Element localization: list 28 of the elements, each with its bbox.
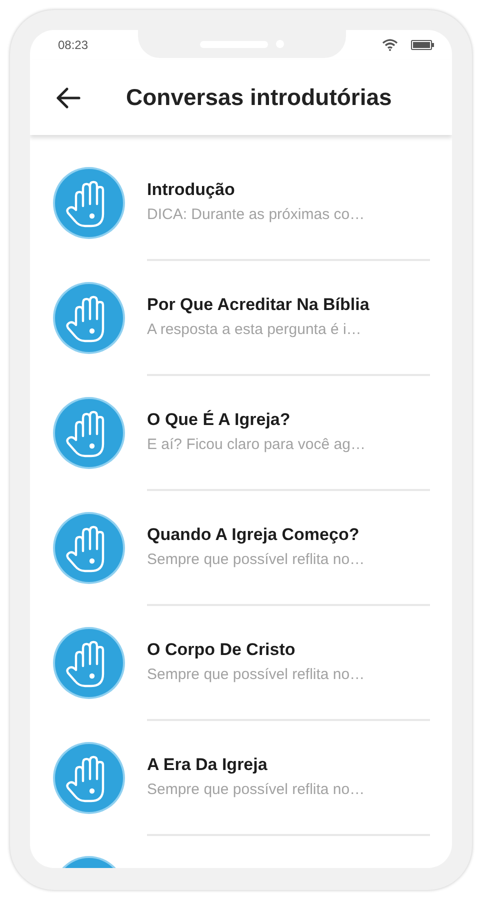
hand-icon [52,510,126,584]
hand-icon [52,740,126,814]
hand-icon [52,626,126,700]
wifi-icon [382,39,398,51]
screen-title: Conversas introdutórias [126,84,392,111]
item-subtitle: Sempre que possível reflita no… [147,551,366,568]
item-subtitle: A resposta a esta pergunta é i… [147,321,362,338]
item-subtitle: E aí? Ficou claro para você ag… [147,436,366,453]
battery-icon [411,40,434,50]
item-subtitle: DICA: Durante as próximas co… [147,206,366,223]
list-item[interactable]: Quando A Igreja Começo? Sempre que possível reflita no… [30,490,452,605]
list-item[interactable]: O Que É A Igreja? E aí? Ficou claro para você ag… [30,375,452,490]
list-item[interactable]: A Era Da Igreja Sempre que possível reflita no… [30,720,452,835]
hand-icon [52,280,126,354]
hand-icon [52,396,126,470]
status-time: 08:23 [58,38,88,52]
hand-icon [52,166,126,240]
item-title: Quando A Igreja Começo? [147,525,360,545]
item-title: Introdução [147,180,236,200]
item-title: A Era Da Igreja [147,755,268,775]
item-title: O Corpo De Cristo [147,640,296,660]
list-item[interactable]: O Corpo De Cristo Sempre que possível reflita no… [30,605,452,720]
list-item[interactable]: Por Que Acreditar Na Bíblia A resposta a esta pergunta é i… [30,260,452,375]
list-item[interactable]: Introdução DICA: Durante as próximas co… [30,145,452,260]
item-title: Por Que Acreditar Na Bíblia [147,295,370,315]
item-subtitle: Sempre que possível reflita no… [147,666,366,683]
item-subtitle: Sempre que possível reflita no… [147,781,366,798]
item-title: O Que É A Igreja? [147,410,292,430]
